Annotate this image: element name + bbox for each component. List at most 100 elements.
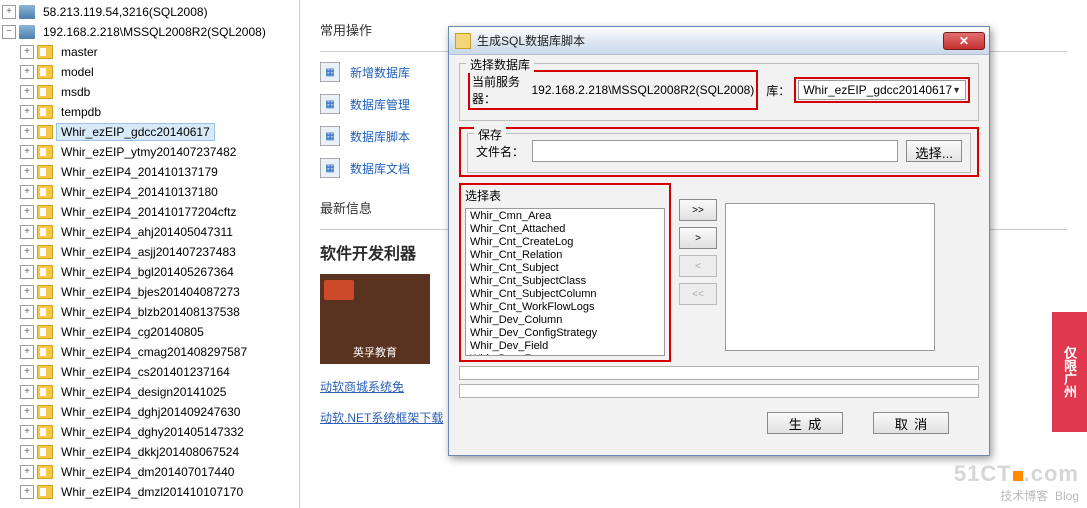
database-node[interactable]: + Whir_ezEIP4_201410137179 (0, 162, 299, 182)
expand-icon[interactable]: + (20, 165, 34, 179)
database-label: Whir_ezEIP4_201410137179 (56, 163, 223, 181)
server-node[interactable]: +58.213.119.54,3216(SQL2008) (0, 2, 299, 22)
database-node[interactable]: +Whir_ezEIP4_asjj201407237483 (0, 242, 299, 262)
database-label: Whir_ezEIP4_bjes201404087273 (56, 283, 245, 301)
expand-icon[interactable]: + (20, 145, 34, 159)
database-node[interactable]: +Whir_ezEIP4_design20141025 (0, 382, 299, 402)
expand-icon[interactable]: + (20, 265, 34, 279)
expand-icon[interactable]: + (20, 385, 34, 399)
dialog-titlebar[interactable]: 生成SQL数据库脚本 ✕ (449, 27, 989, 55)
expand-icon[interactable]: + (20, 485, 34, 499)
database-node[interactable]: +Whir_ezEIP4_ahj201405047311 (0, 222, 299, 242)
table-item[interactable]: Whir_Cnt_WorkFlowLogs (466, 301, 664, 314)
database-label: Whir_ezEIP_gdcc20140617 (56, 123, 215, 141)
database-node[interactable]: + Whir_ezEIP_gdcc20140617 (0, 122, 299, 142)
database-icon (37, 185, 53, 199)
filename-input[interactable] (532, 140, 898, 162)
selected-tables-listbox[interactable] (725, 203, 935, 351)
expand-icon[interactable]: + (20, 85, 34, 99)
expand-icon[interactable]: + (20, 365, 34, 379)
expand-icon[interactable]: + (20, 405, 34, 419)
database-node[interactable]: +Whir_ezEIP4_dghj201409247630 (0, 402, 299, 422)
expand-icon[interactable]: + (20, 305, 34, 319)
database-label: model (56, 63, 99, 81)
remove-button[interactable]: < (679, 255, 717, 277)
browse-button[interactable]: 选择... (906, 140, 962, 162)
expand-icon[interactable]: + (20, 45, 34, 59)
expand-icon[interactable]: + (20, 125, 34, 139)
database-label: Whir_ezEIP4_dm201407017440 (56, 463, 239, 481)
table-item[interactable]: Whir_Dev_Field (466, 340, 664, 353)
database-node[interactable]: +Whir_ezEIP4_cmag201408297587 (0, 342, 299, 362)
database-icon (37, 485, 53, 499)
expand-icon[interactable]: + (20, 185, 34, 199)
expand-icon[interactable]: + (20, 105, 34, 119)
database-dropdown[interactable]: Whir_ezEIP_gdcc20140617 ▼ (798, 80, 966, 100)
table-item[interactable]: Whir_Cnt_CreateLog (466, 236, 664, 249)
current-server-value: 192.168.2.218\MSSQL2008R2(SQL2008) (531, 83, 754, 97)
remove-all-button[interactable]: << (679, 283, 717, 305)
table-item[interactable]: Whir_Cnt_Attached (466, 223, 664, 236)
expand-icon[interactable]: + (20, 65, 34, 79)
database-label: Whir_ezEIP4_cg20140805 (56, 323, 209, 341)
server-node[interactable]: − 192.168.2.218\MSSQL2008R2(SQL2008) (0, 22, 299, 42)
close-button[interactable]: ✕ (943, 32, 985, 50)
add-all-button[interactable]: >> (679, 199, 717, 221)
database-icon (37, 465, 53, 479)
table-item[interactable]: Whir_Cnt_SubjectClass (466, 275, 664, 288)
database-node[interactable]: + tempdb (0, 102, 299, 122)
database-label: Whir_ezEIP4_bgl201405267364 (56, 263, 239, 281)
expand-icon[interactable]: + (20, 285, 34, 299)
chevron-down-icon: ▼ (952, 85, 961, 95)
side-ad[interactable]: 仅限广州 (1052, 312, 1087, 432)
database-node[interactable]: +Whir_ezEIP4_dmzl201410107170 (0, 482, 299, 502)
server-label: 192.168.2.218\MSSQL2008R2(SQL2008) (38, 23, 271, 41)
database-node[interactable]: + Whir_ezEIP4_dm201407017440 (0, 462, 299, 482)
database-node[interactable]: + Whir_ezEIP4_cg20140805 (0, 322, 299, 342)
database-icon (37, 105, 53, 119)
database-icon (37, 205, 53, 219)
database-node[interactable]: +Whir_ezEIP4_cs201401237164 (0, 362, 299, 382)
watermark: 51CT.com 技术博客 Blog (954, 461, 1079, 504)
expand-icon[interactable]: + (20, 425, 34, 439)
database-node[interactable]: +Whir_ezEIP4_blzb201408137538 (0, 302, 299, 322)
save-group-highlight: 保存 文件名： 选择... (459, 127, 979, 177)
database-node[interactable]: + Whir_ezEIP4_bgl201405267364 (0, 262, 299, 282)
database-node[interactable]: +Whir_ezEIP_ytmy201407237482 (0, 142, 299, 162)
db-label: 库： (766, 82, 790, 99)
database-label: tempdb (56, 103, 106, 121)
table-item[interactable]: Whir_Cnt_SubjectColumn (466, 288, 664, 301)
table-item[interactable]: Whir_Cmn_Area (466, 210, 664, 223)
expand-icon[interactable]: + (20, 245, 34, 259)
database-icon (37, 305, 53, 319)
database-node[interactable]: +Whir_ezEIP4_201410177204cftz (0, 202, 299, 222)
collapse-icon[interactable]: − (2, 25, 16, 39)
expand-icon[interactable]: + (2, 5, 16, 19)
ad-banner[interactable]: 英孚教育 (320, 274, 430, 364)
database-node[interactable]: + model (0, 62, 299, 82)
table-item[interactable]: Whir_Dev_Column (466, 314, 664, 327)
database-node[interactable]: +Whir_ezEIP4_dghy201405147332 (0, 422, 299, 442)
database-node[interactable]: +msdb (0, 82, 299, 102)
expand-icon[interactable]: + (20, 205, 34, 219)
operation-icon: ▦ (320, 158, 340, 178)
add-button[interactable]: > (679, 227, 717, 249)
cancel-button[interactable]: 取消 (873, 412, 949, 434)
database-icon (37, 365, 53, 379)
expand-icon[interactable]: + (20, 345, 34, 359)
expand-icon[interactable]: + (20, 325, 34, 339)
expand-icon[interactable]: + (20, 465, 34, 479)
database-tree[interactable]: +58.213.119.54,3216(SQL2008) − 192.168.2.2… (0, 0, 300, 508)
expand-icon[interactable]: + (20, 445, 34, 459)
database-node[interactable]: +Whir_ezEIP4_201410137180 (0, 182, 299, 202)
expand-icon[interactable]: + (20, 225, 34, 239)
available-tables-listbox[interactable]: Whir_Cmn_AreaWhir_Cnt_AttachedWhir_Cnt_C… (465, 208, 665, 356)
database-node[interactable]: +master (0, 42, 299, 62)
database-node[interactable]: +Whir_ezEIP4_dkkj201408067524 (0, 442, 299, 462)
generate-button[interactable]: 生成 (767, 412, 843, 434)
database-node[interactable]: + Whir_ezEIP4_bjes201404087273 (0, 282, 299, 302)
table-item[interactable]: Whir_Dev_Form (466, 353, 664, 356)
table-item[interactable]: Whir_Dev_ConfigStrategy (466, 327, 664, 340)
table-item[interactable]: Whir_Cnt_Subject (466, 262, 664, 275)
table-item[interactable]: Whir_Cnt_Relation (466, 249, 664, 262)
